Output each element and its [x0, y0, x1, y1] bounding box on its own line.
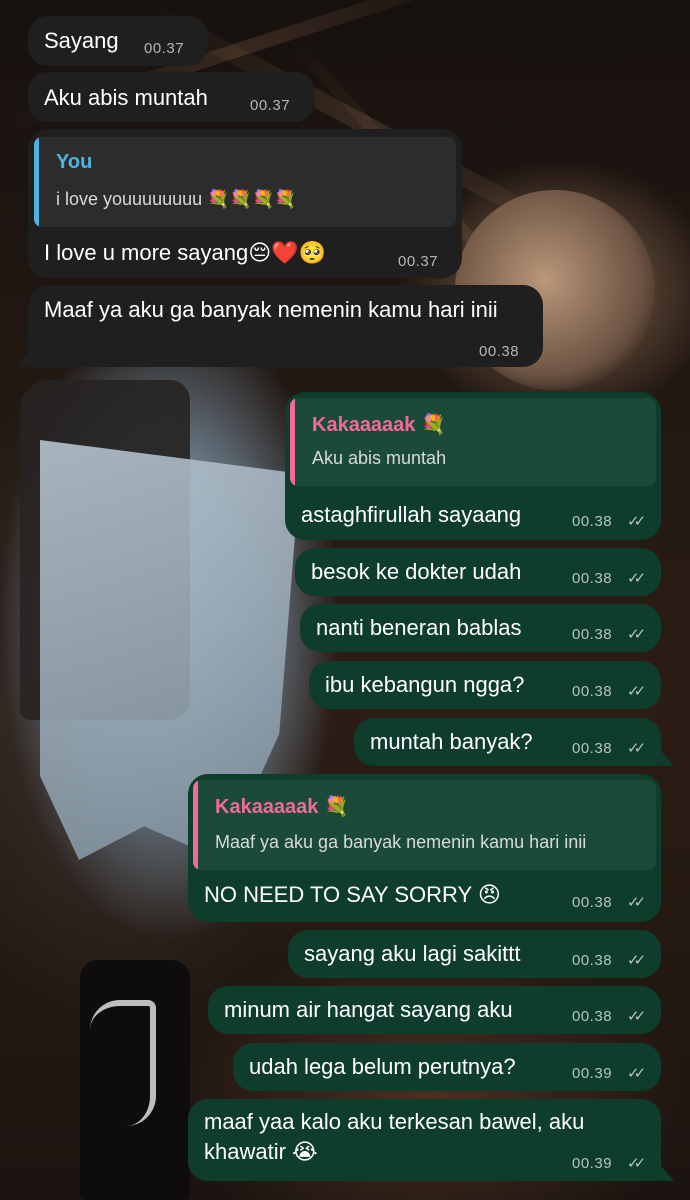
incoming-message[interactable]: Sayang 00.37 — [28, 16, 208, 66]
bubble-tail — [660, 1165, 674, 1181]
message-time: 00.38 — [572, 683, 613, 700]
message-time: 00.37 — [398, 253, 439, 270]
message-time: 00.38 — [572, 952, 613, 969]
outgoing-message[interactable]: besok ke dokter udah 00.38 ✓✓ — [295, 548, 661, 596]
outgoing-message[interactable]: ibu kebangun ngga? 00.38 ✓✓ — [309, 661, 661, 709]
incoming-message[interactable]: Aku abis muntah 00.37 — [28, 72, 315, 122]
read-receipt-icon: ✓✓ — [627, 626, 646, 643]
message-text: muntah banyak? — [370, 729, 533, 754]
quote-bar — [290, 398, 295, 486]
message-text: nanti beneran bablas — [316, 615, 522, 640]
message-text: minum air hangat sayang aku — [224, 997, 513, 1022]
message-time: 00.38 — [572, 894, 613, 911]
read-receipt-icon: ✓✓ — [627, 513, 646, 530]
message-text: astaghfirullah sayaang — [301, 502, 522, 527]
message-time: 00.39 — [572, 1155, 613, 1172]
message-text: Sayang — [44, 28, 119, 53]
read-receipt-icon: ✓✓ — [627, 683, 646, 700]
read-receipt-icon: ✓✓ — [627, 740, 646, 757]
message-time: 00.39 — [572, 1065, 613, 1082]
outgoing-message[interactable]: muntah banyak? 00.38 ✓✓ — [354, 718, 661, 766]
message-time: 00.38 — [572, 570, 613, 587]
outgoing-message[interactable]: nanti beneran bablas 00.38 ✓✓ — [300, 604, 661, 652]
message-list[interactable]: Sayang 00.37 Aku abis muntah 00.37 You i… — [0, 0, 690, 1200]
read-receipt-icon: ✓✓ — [627, 570, 646, 587]
message-text: Aku abis muntah — [44, 85, 208, 110]
quote-author: You — [56, 151, 93, 173]
read-receipt-icon: ✓✓ — [627, 1155, 646, 1172]
quoted-message[interactable]: Kakaaaaak 💐 Aku abis muntah — [290, 398, 656, 486]
outgoing-message-reply[interactable]: Kakaaaaak 💐 Aku abis muntah astaghfirull… — [285, 392, 661, 540]
read-receipt-icon: ✓✓ — [627, 952, 646, 969]
message-time: 00.38 — [572, 626, 613, 643]
quoted-message[interactable]: You i love youuuuuuuu 💐💐💐💐 — [34, 137, 456, 227]
quote-bar — [34, 137, 39, 227]
message-text: Maaf ya aku ga banyak nemenin kamu hari … — [44, 297, 498, 322]
quoted-message[interactable]: Kakaaaaak 💐 Maaf ya aku ga banyak nemeni… — [193, 780, 656, 870]
read-receipt-icon: ✓✓ — [627, 894, 646, 911]
quote-author: Kakaaaaak 💐 — [215, 796, 349, 818]
message-text: ibu kebangun ngga? — [325, 672, 525, 697]
message-time: 00.37 — [144, 40, 185, 57]
read-receipt-icon: ✓✓ — [627, 1008, 646, 1025]
message-text: I love u more sayang😔❤️🥺 — [44, 240, 326, 265]
quote-text: Aku abis muntah — [312, 448, 447, 468]
message-time: 00.37 — [250, 97, 291, 114]
message-time: 00.38 — [572, 513, 613, 530]
outgoing-message[interactable]: minum air hangat sayang aku 00.38 ✓✓ — [208, 986, 661, 1034]
incoming-message-reply[interactable]: You i love youuuuuuuu 💐💐💐💐 I love u more… — [28, 129, 462, 278]
read-receipt-icon: ✓✓ — [627, 1065, 646, 1082]
quote-text: i love youuuuuuuu 💐💐💐💐 — [56, 189, 297, 209]
message-text: sayang aku lagi sakittt — [304, 941, 521, 966]
message-text: udah lega belum perutnya? — [249, 1054, 516, 1079]
message-text: NO NEED TO SAY SORRY 😠 — [204, 882, 501, 907]
outgoing-message[interactable]: udah lega belum perutnya? 00.39 ✓✓ — [233, 1043, 661, 1091]
quote-bar — [193, 780, 198, 870]
message-time: 00.38 — [572, 1008, 613, 1025]
message-time: 00.38 — [572, 740, 613, 757]
quote-author: Kakaaaaak 💐 — [312, 414, 446, 436]
message-time: 00.38 — [479, 343, 520, 360]
incoming-message[interactable]: Maaf ya aku ga banyak nemenin kamu hari … — [28, 285, 543, 367]
outgoing-message-reply[interactable]: Kakaaaaak 💐 Maaf ya aku ga banyak nemeni… — [188, 774, 661, 922]
quote-text: Maaf ya aku ga banyak nemenin kamu hari … — [215, 832, 587, 852]
message-text: besok ke dokter udah — [311, 559, 522, 584]
bubble-tail — [660, 750, 674, 766]
outgoing-message[interactable]: sayang aku lagi sakittt 00.38 ✓✓ — [288, 930, 661, 978]
outgoing-message[interactable]: maaf yaa kalo aku terkesan bawel, aku kh… — [188, 1099, 661, 1181]
